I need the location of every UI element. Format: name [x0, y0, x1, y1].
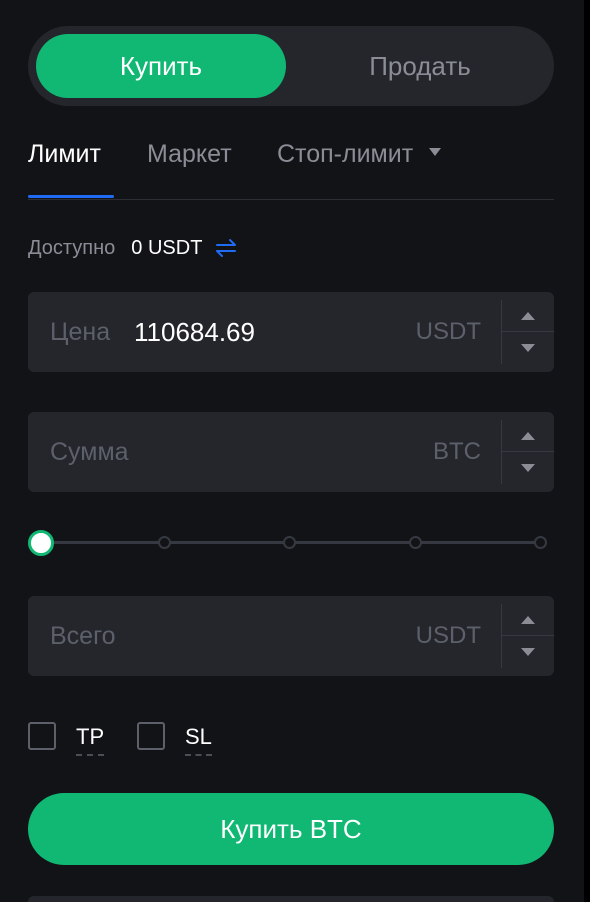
available-label: Доступно	[28, 236, 116, 259]
caret-up-icon	[521, 615, 535, 624]
next-section-edge	[28, 896, 554, 902]
amount-unit: BTC	[433, 438, 481, 465]
amount-decrement-button[interactable]	[502, 452, 554, 483]
tab-stop-limit[interactable]: Стоп-лимит	[277, 140, 442, 198]
amount-field[interactable]: Сумма BTC	[28, 412, 554, 492]
slider-thumb[interactable]	[28, 530, 54, 556]
amount-stepper	[501, 420, 554, 484]
tab-limit[interactable]: Лимит	[28, 140, 114, 198]
caret-up-icon	[521, 431, 535, 440]
slider-stop-50[interactable]	[283, 536, 296, 549]
tabs-divider	[28, 199, 554, 200]
buy-btc-button[interactable]: Купить BTC	[28, 793, 554, 865]
slider-stop-25[interactable]	[158, 536, 171, 549]
total-field[interactable]: Всего USDT	[28, 596, 554, 676]
price-stepper	[501, 300, 554, 364]
trade-panel: Купить Продать Лимит Маркет Стоп-лимит Д…	[0, 0, 584, 902]
tab-stop-limit-label: Стоп-лимит	[277, 140, 414, 168]
buy-sell-toggle: Купить Продать	[28, 26, 554, 106]
caret-down-icon	[521, 463, 535, 472]
amount-increment-button[interactable]	[502, 420, 554, 452]
price-increment-button[interactable]	[502, 300, 554, 332]
amount-percent-slider[interactable]	[28, 528, 554, 558]
price-input[interactable]: 110684.69	[134, 292, 255, 372]
order-type-tabs: Лимит Маркет Стоп-лимит	[28, 140, 554, 200]
caret-down-icon	[521, 343, 535, 352]
total-unit: USDT	[415, 622, 481, 649]
caret-up-icon	[521, 311, 535, 320]
slider-stop-100[interactable]	[534, 536, 547, 549]
total-increment-button[interactable]	[502, 604, 554, 636]
tab-market-label: Маркет	[147, 140, 232, 168]
available-balance: Доступно 0 USDT	[28, 232, 238, 264]
buy-side-button[interactable]: Купить	[36, 34, 286, 98]
tp-label[interactable]: TP	[76, 724, 105, 756]
slider-stop-75[interactable]	[409, 536, 422, 549]
sell-side-button[interactable]: Продать	[294, 34, 546, 98]
chevron-down-icon	[429, 148, 442, 157]
total-decrement-button[interactable]	[502, 636, 554, 667]
amount-input[interactable]: Сумма	[50, 412, 129, 492]
active-tab-underline	[28, 195, 114, 198]
swap-arrows-icon[interactable]	[214, 238, 238, 258]
caret-down-icon	[521, 647, 535, 656]
available-value: 0 USDT	[131, 236, 203, 259]
total-stepper	[501, 604, 554, 668]
price-decrement-button[interactable]	[502, 332, 554, 363]
tab-market[interactable]: Маркет	[147, 140, 232, 198]
total-input[interactable]: Всего	[50, 596, 116, 676]
window-edge	[584, 0, 590, 902]
tab-limit-label: Лимит	[28, 140, 101, 168]
price-unit: USDT	[415, 318, 481, 345]
price-label: Цена	[50, 317, 111, 346]
price-field[interactable]: Цена 110684.69 USDT	[28, 292, 554, 372]
sl-checkbox[interactable]	[137, 722, 165, 750]
tp-checkbox[interactable]	[28, 722, 56, 750]
sl-label[interactable]: SL	[185, 724, 212, 756]
